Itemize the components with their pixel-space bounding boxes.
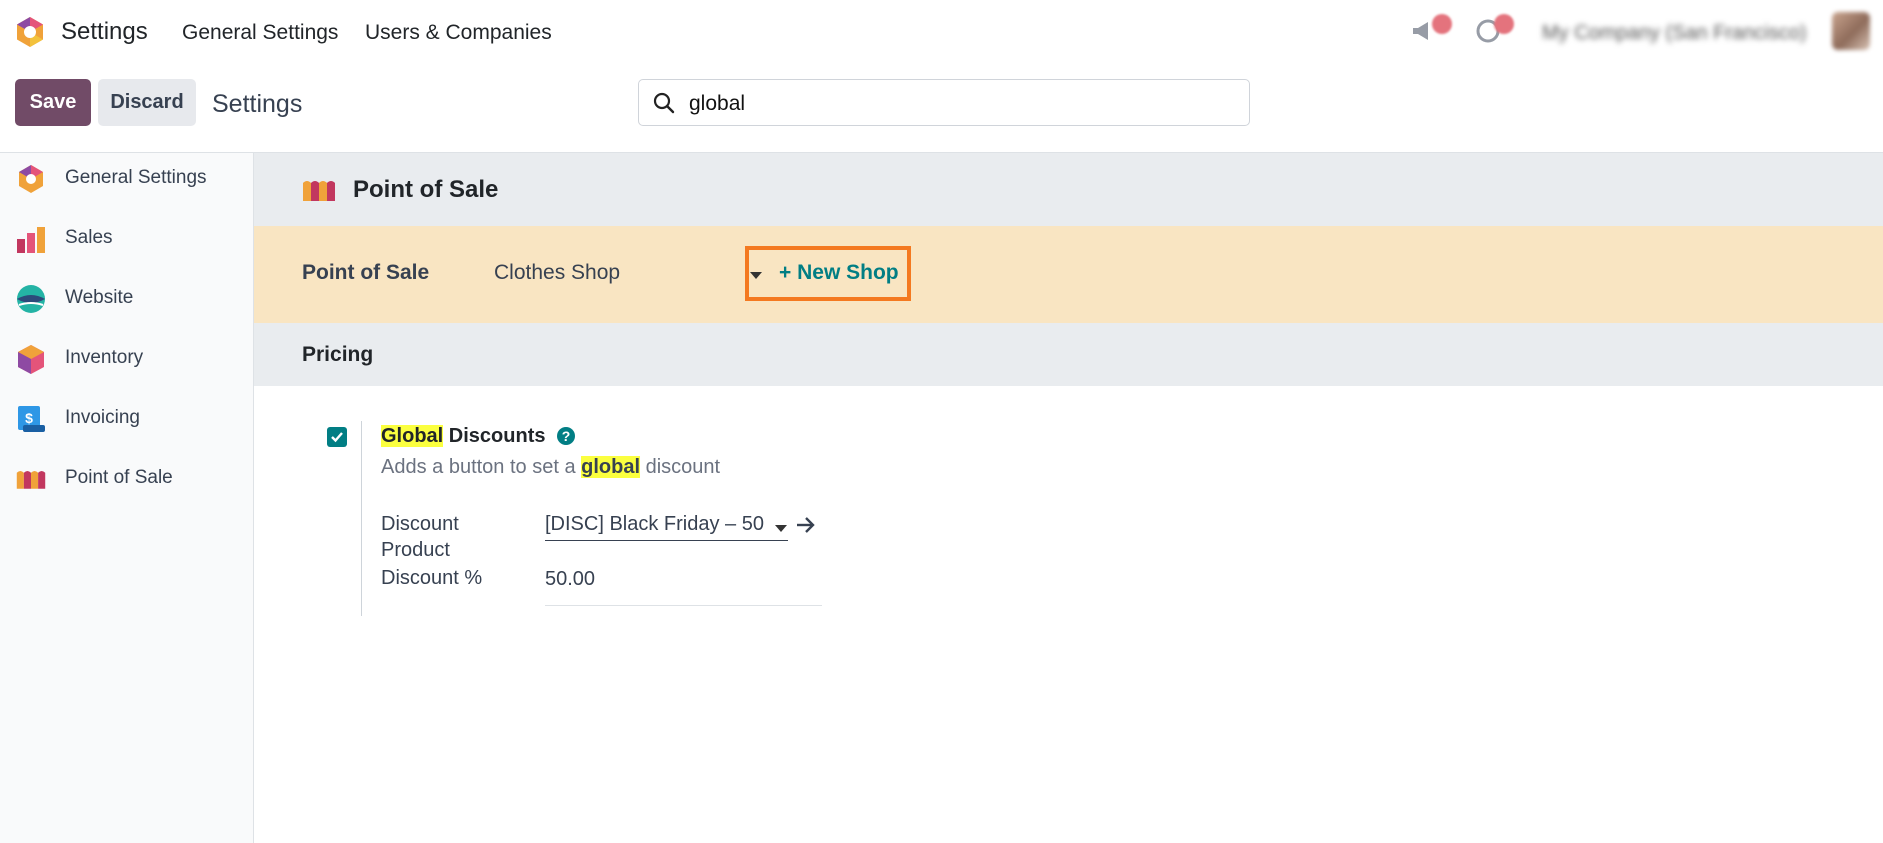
subsection-title: Pricing xyxy=(302,343,374,366)
save-button[interactable]: Save xyxy=(15,79,91,126)
sidebar-item-label: Point of Sale xyxy=(65,467,173,488)
description-text: Adds a button to set a xyxy=(381,456,582,478)
sidebar-item-inventory[interactable]: Inventory xyxy=(0,333,253,383)
global-discounts-checkbox[interactable] xyxy=(327,427,347,447)
section-header: Point of Sale xyxy=(254,153,1883,226)
discount-percent-label: Discount % xyxy=(381,567,483,589)
search-highlight: global xyxy=(581,456,641,478)
setting-description: Adds a button to set a global discount xyxy=(381,456,720,479)
discount-product-label: Discount xyxy=(381,513,459,535)
sidebar-item-general-settings[interactable]: General Settings xyxy=(0,153,253,203)
notification-badge xyxy=(1432,14,1452,34)
help-icon[interactable]: ? xyxy=(557,427,575,445)
sidebar-item-label: General Settings xyxy=(65,167,207,188)
shop-selector-bar: Point of Sale Clothes Shop + New Shop xyxy=(254,226,1883,323)
odoo-settings-logo-icon[interactable] xyxy=(14,16,46,48)
description-text: discount xyxy=(640,456,721,478)
settings-content: Point of Sale Point of Sale Clothes Shop… xyxy=(254,153,1883,843)
user-avatar[interactable] xyxy=(1832,12,1870,50)
menu-users-companies[interactable]: Users & Companies xyxy=(365,21,552,45)
discard-button[interactable]: Discard xyxy=(98,79,196,126)
sales-icon xyxy=(17,227,45,253)
company-switcher[interactable]: My Company (San Francisco) xyxy=(1542,22,1807,45)
shop-select[interactable]: Clothes Shop xyxy=(494,261,620,285)
breadcrumb: Settings xyxy=(212,90,303,118)
subsection-header: Pricing xyxy=(254,323,1883,386)
invoicing-icon: $ xyxy=(18,406,45,432)
chevron-down-icon[interactable] xyxy=(775,525,787,532)
menu-general-settings[interactable]: General Settings xyxy=(182,21,338,45)
checkmark-icon xyxy=(331,432,343,443)
setting-title-rest: Discounts xyxy=(443,425,546,447)
control-panel: Save Discard Settings xyxy=(0,66,1883,153)
search-input[interactable] xyxy=(687,88,1231,120)
website-icon xyxy=(17,285,45,313)
sidebar-item-label: Website xyxy=(65,287,134,308)
inventory-icon xyxy=(18,345,44,374)
sidebar-item-invoicing[interactable]: $ Invoicing xyxy=(0,393,253,443)
field-underline xyxy=(545,605,822,606)
point-of-sale-icon xyxy=(16,471,46,489)
sidebar-item-label: Invoicing xyxy=(65,407,140,428)
sidebar-item-label: Sales xyxy=(65,227,113,248)
activity-badge xyxy=(1494,14,1514,34)
search-icon xyxy=(653,92,675,114)
setting-title: Global Discounts xyxy=(381,425,545,448)
section-title: Point of Sale xyxy=(353,176,499,203)
app-title[interactable]: Settings xyxy=(61,18,148,46)
discount-percent-input[interactable]: 50.00 xyxy=(545,568,595,591)
discount-product-label-line2: Product xyxy=(381,539,450,561)
settings-sidebar: General Settings Sales Website Inventory… xyxy=(0,153,254,843)
sidebar-item-point-of-sale[interactable]: Point of Sale xyxy=(0,453,253,503)
point-of-sale-icon xyxy=(303,181,335,201)
field-underline xyxy=(545,540,788,541)
sidebar-item-sales[interactable]: Sales xyxy=(0,213,253,263)
discount-product-select[interactable]: [DISC] Black Friday – 50 xyxy=(545,513,764,536)
internal-link-arrow-icon[interactable] xyxy=(795,515,817,535)
sidebar-item-website[interactable]: Website xyxy=(0,273,253,323)
new-shop-button[interactable]: + New Shop xyxy=(779,261,899,285)
shop-label: Point of Sale xyxy=(302,261,430,284)
sidebar-item-label: Inventory xyxy=(65,347,144,368)
top-navbar: Settings General Settings Users & Compan… xyxy=(0,0,1883,66)
search-box xyxy=(638,79,1250,126)
settings-icon xyxy=(19,165,43,193)
setting-divider xyxy=(361,421,362,616)
search-highlight: Global xyxy=(381,425,444,447)
svg-text:$: $ xyxy=(25,410,33,426)
